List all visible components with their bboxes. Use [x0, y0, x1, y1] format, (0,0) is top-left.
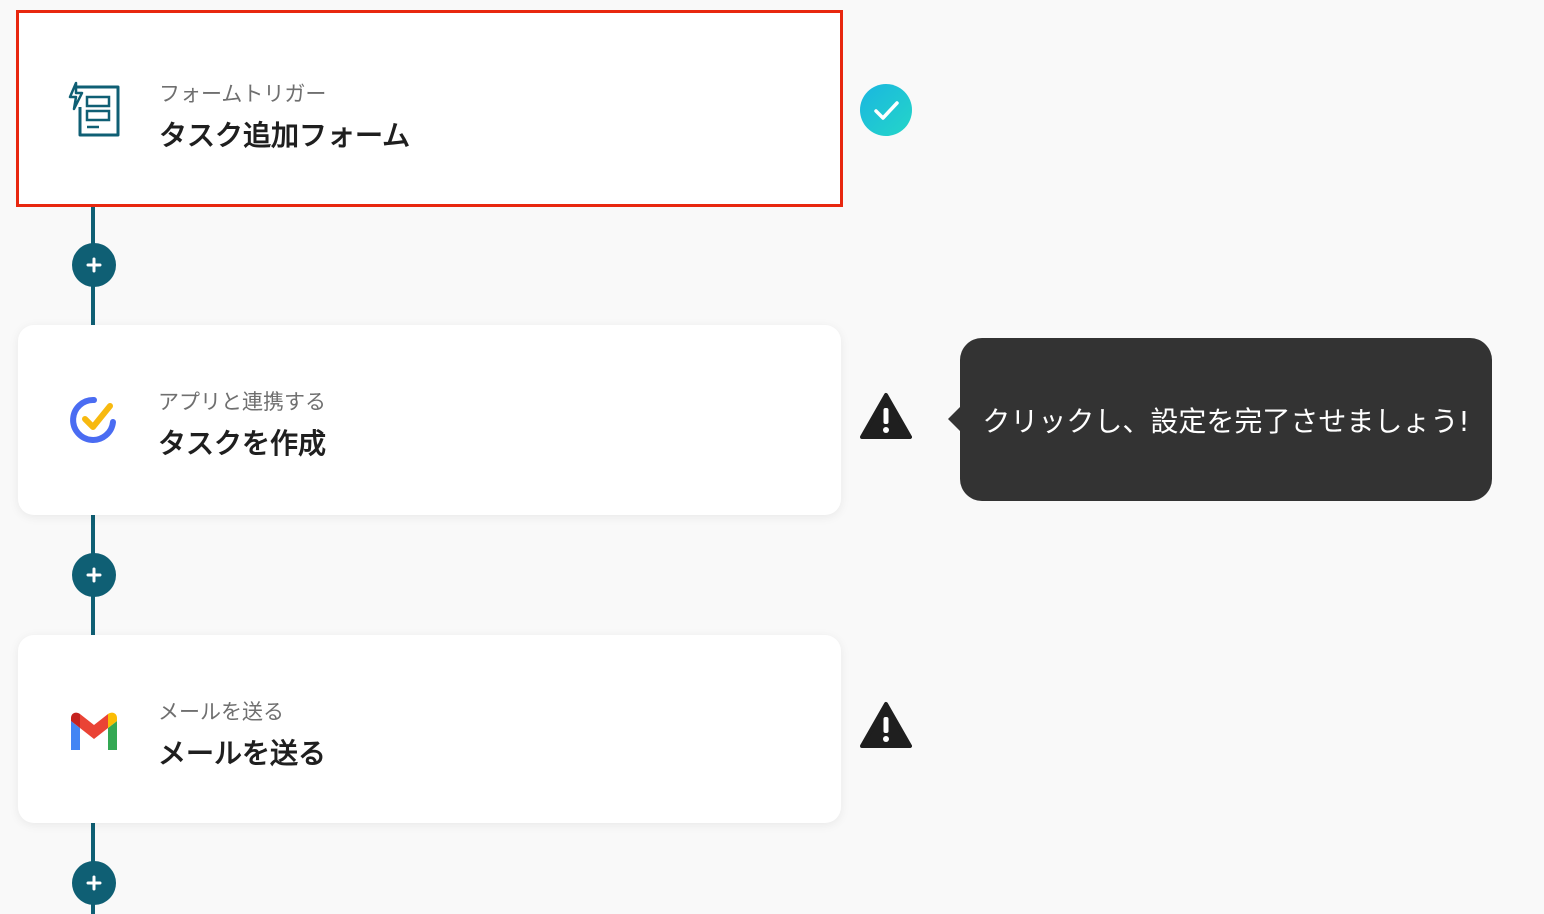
add-step-button[interactable] — [72, 861, 116, 905]
plus-icon — [86, 567, 102, 583]
add-step-button[interactable] — [72, 243, 116, 287]
step-type-label: フォームトリガー — [159, 82, 327, 106]
warning-icon — [859, 698, 913, 752]
plus-icon — [86, 257, 102, 273]
form-trigger-icon — [64, 80, 124, 140]
step-title: メールを送る — [158, 737, 327, 770]
setup-tooltip: クリックし、設定を完了させましょう! — [948, 338, 1492, 501]
step-title: タスクを作成 — [158, 427, 327, 460]
step-type-label: アプリと連携する — [158, 390, 326, 414]
gmail-icon — [64, 701, 124, 761]
tooltip-text: クリックし、設定を完了させましょう! — [982, 404, 1470, 438]
add-step-button[interactable] — [72, 553, 116, 597]
step-card-send-mail[interactable]: メールを送る メールを送る — [18, 635, 841, 823]
plus-icon — [86, 875, 102, 891]
step-type-label: メールを送る — [158, 700, 284, 724]
warning-icon — [859, 389, 913, 443]
step-card-form-trigger[interactable]: フォームトリガー タスク追加フォーム — [16, 10, 843, 207]
ticktick-icon — [64, 390, 124, 450]
complete-check-icon — [859, 83, 913, 137]
step-card-create-task[interactable]: アプリと連携する タスクを作成 — [18, 325, 841, 515]
step-title: タスク追加フォーム — [159, 119, 411, 152]
